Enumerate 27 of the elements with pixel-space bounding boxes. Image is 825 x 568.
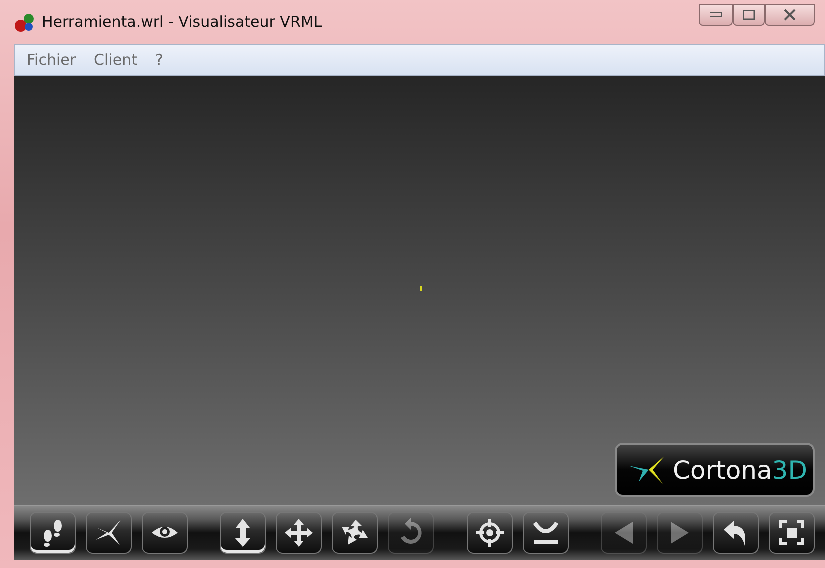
crosshair-icon — [474, 518, 505, 548]
toolbar-button[interactable] — [30, 512, 76, 554]
toolbar-button[interactable] — [332, 512, 378, 554]
toolbar-button[interactable] — [712, 512, 759, 554]
close-button[interactable] — [765, 4, 815, 26]
menu-item[interactable]: ? — [155, 51, 164, 69]
window-title: Herramienta.wrl - Visualisateur VRML — [42, 13, 322, 31]
logo-suffix: 3D — [772, 456, 808, 484]
toolbar-button[interactable] — [768, 512, 815, 554]
curved-arrows-icon — [340, 518, 370, 548]
toolbar-button[interactable] — [276, 512, 322, 554]
four-way-arrow-icon — [284, 518, 314, 548]
close-icon — [784, 9, 796, 21]
maximize-icon — [743, 10, 755, 20]
toolbar-button[interactable] — [522, 512, 569, 554]
fit-view-icon — [776, 518, 807, 548]
logo-text: Cortona — [673, 456, 772, 484]
toolbar-button[interactable] — [220, 512, 266, 554]
maximize-button[interactable] — [733, 4, 765, 26]
menu-item[interactable]: Fichier — [27, 51, 76, 69]
minimize-icon — [710, 12, 722, 18]
minimize-button[interactable] — [699, 4, 733, 26]
toolbar-button[interactable] — [466, 512, 513, 554]
menu-item[interactable]: Client — [94, 51, 138, 69]
app-icon — [14, 11, 36, 33]
toolbar-button[interactable] — [86, 512, 132, 554]
toolbar-button[interactable] — [142, 512, 188, 554]
